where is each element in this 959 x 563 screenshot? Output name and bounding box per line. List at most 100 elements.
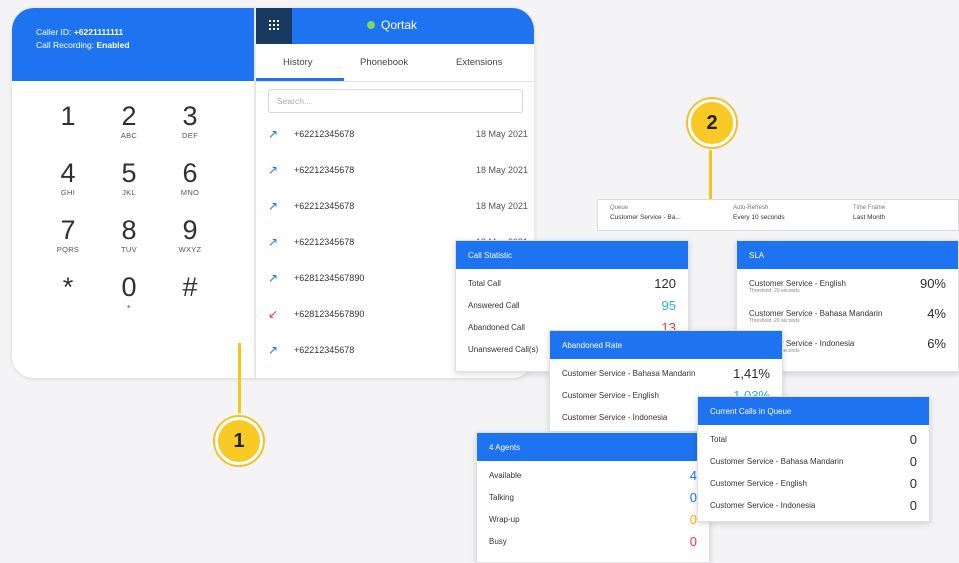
tab-history[interactable]: History	[283, 57, 313, 68]
card-row-label: Total	[710, 435, 727, 444]
outgoing-call-icon: ↗	[268, 235, 279, 249]
card-row-label: Unanswered Call(s)	[468, 345, 539, 354]
card-row-value: 4%	[927, 306, 946, 321]
card-row-label: Abandoned Call	[468, 323, 525, 332]
card-row-value: 0	[689, 490, 697, 505]
history-number: +6281234567890	[294, 273, 365, 283]
history-number: +62212345678	[294, 129, 355, 139]
call-recording-value: Enabled	[96, 40, 130, 51]
card-row: Answered Call 95	[468, 298, 676, 317]
dial-key-letters: WXYZ	[178, 245, 202, 254]
history-number: +6281234567890	[294, 309, 365, 319]
current-calls-card: Current Calls in Queue Total 0 Customer Ser…	[697, 396, 930, 522]
refresh-filter-label: Auto-Refresh	[733, 205, 769, 211]
dial-key-6[interactable]: 6 MNO	[160, 160, 220, 198]
card-row-label: Customer Service - Bahasa Mandarin	[710, 457, 844, 466]
history-row[interactable]: ↗ +62212345678 18 May 2021	[268, 199, 528, 219]
dial-key-7[interactable]: 7 PQRS	[38, 215, 98, 255]
dial-key-digit: 7	[60, 215, 76, 245]
dial-key-star[interactable]: *	[38, 274, 98, 302]
card-row: Customer Service - Bahasa Mandarin 0	[710, 454, 917, 473]
card-row: Customer Service - English Threshold: 20 …	[749, 276, 946, 295]
history-number: +62212345678	[294, 345, 355, 355]
outgoing-call-icon: ↗	[268, 163, 279, 177]
history-row[interactable]: ↗ +62212345678 18 May 2021	[268, 163, 528, 183]
callout-badge-2: 2	[688, 99, 736, 147]
card-row-value: 0	[909, 476, 917, 491]
dial-key-hash[interactable]: #	[160, 274, 220, 302]
card-row: Total Call 120	[468, 276, 676, 295]
dial-keypad: 1 2 ABC 3 DEF 4 GHI 5 JKL 6 MNO 7 PQRS 8 TUV 9 WXYZ * 0 + #	[12, 81, 254, 378]
history-date: 18 May 2021	[475, 165, 528, 175]
history-number: +62212345678	[294, 165, 355, 175]
call-recording-label: Call Recording:	[36, 40, 95, 51]
card-row-value: 90%	[919, 276, 946, 291]
dial-key-letters: GHI	[60, 188, 76, 197]
card-row-label: Answered Call	[468, 301, 520, 310]
dial-key-1[interactable]: 1	[38, 103, 98, 131]
tab-extensions[interactable]: Extensions	[456, 57, 502, 68]
dial-key-2[interactable]: 2 ABC	[99, 103, 159, 141]
queue-filter-value: Customer Service - Ba...	[610, 214, 681, 221]
dial-key-9[interactable]: 9 WXYZ	[160, 217, 220, 255]
tab-bar: History Phonebook Extensions	[256, 44, 534, 82]
card-row-label: Available	[489, 471, 522, 480]
agents-card: 4 Agents Available 4 Talking 0 Wrap-up 0 Busy 0	[476, 432, 710, 563]
dial-key-4[interactable]: 4 GHI	[38, 158, 98, 198]
dial-key-3[interactable]: 3 DEF	[160, 103, 220, 141]
card-row-value: 0	[909, 432, 917, 447]
card-row-label: Customer Service - English	[749, 279, 846, 288]
history-date: 18 May 2021	[475, 201, 528, 211]
dial-key-digit: 0	[121, 272, 137, 302]
dial-key-digit: 1	[60, 101, 76, 131]
card-title: SLA	[737, 241, 958, 269]
card-row: Available 4	[489, 468, 697, 487]
dialer-header: Caller ID: +6221111111 Call Recording: E…	[12, 8, 254, 81]
card-row-value: 0	[909, 498, 917, 513]
card-row: Total 0	[710, 432, 917, 451]
card-row-label: Busy	[489, 537, 507, 546]
history-date: 18 May 2021	[475, 129, 528, 139]
card-row-threshold: Threshold: 20 seconds	[749, 318, 800, 324]
card-title: Call Statistic	[456, 241, 688, 269]
tab-phonebook[interactable]: Phonebook	[360, 57, 408, 68]
card-row: Customer Service - Bahasa Mandarin 1,41%	[562, 366, 770, 385]
history-row[interactable]: ↗ +62212345678 18 May 2021	[268, 127, 528, 147]
card-row-value: 0	[689, 534, 697, 549]
dial-key-digit: #	[182, 272, 198, 302]
refresh-filter[interactable]: Auto-Refresh Every 10 seconds	[733, 205, 785, 221]
caller-id-value: +6221111111	[73, 27, 124, 37]
search-input[interactable]: Search...	[268, 89, 523, 113]
apps-grid-button[interactable]	[256, 8, 292, 44]
card-row-value: 1,41%	[733, 366, 770, 381]
card-row-label: Customer Service - Bahasa Mandarin	[562, 369, 696, 378]
dial-key-letters: +	[126, 302, 132, 311]
callout-line-1	[238, 343, 241, 413]
dial-key-5[interactable]: 5 JKL	[99, 160, 159, 198]
dial-key-letters: PQRS	[56, 245, 80, 254]
dial-key-digit: *	[62, 272, 74, 302]
online-status-icon	[367, 21, 375, 29]
card-row-label: Total Call	[468, 279, 501, 288]
history-number: +62212345678	[294, 201, 355, 211]
missed-call-icon: ↙	[268, 307, 279, 321]
card-row-value: 6%	[927, 336, 946, 351]
card-row: Busy 0	[489, 534, 697, 553]
card-title: Abandoned Rate	[550, 331, 782, 359]
card-title: Current Calls in Queue	[698, 397, 929, 425]
dial-key-letters: TUV	[121, 245, 137, 254]
dial-key-0[interactable]: 0 +	[99, 272, 159, 312]
card-row-value: 0	[909, 454, 917, 469]
brand: Qortak	[367, 18, 417, 32]
dial-key-digit: 4	[60, 158, 76, 188]
card-row: Wrap-up 0	[489, 512, 697, 531]
card-row-label: Customer Service - English	[710, 479, 807, 488]
card-row-value: 0	[689, 512, 697, 527]
dial-key-letters: MNO	[180, 188, 200, 197]
dial-key-8[interactable]: 8 TUV	[99, 217, 159, 255]
card-row: Customer Service - Bahasa Mandarin Thresh…	[749, 306, 946, 325]
timeframe-filter[interactable]: Time Frame Last Month	[853, 205, 885, 221]
brand-name: Qortak	[381, 18, 418, 32]
queue-filter[interactable]: Queue Customer Service - Ba...	[610, 205, 681, 221]
outgoing-call-icon: ↗	[268, 271, 279, 285]
